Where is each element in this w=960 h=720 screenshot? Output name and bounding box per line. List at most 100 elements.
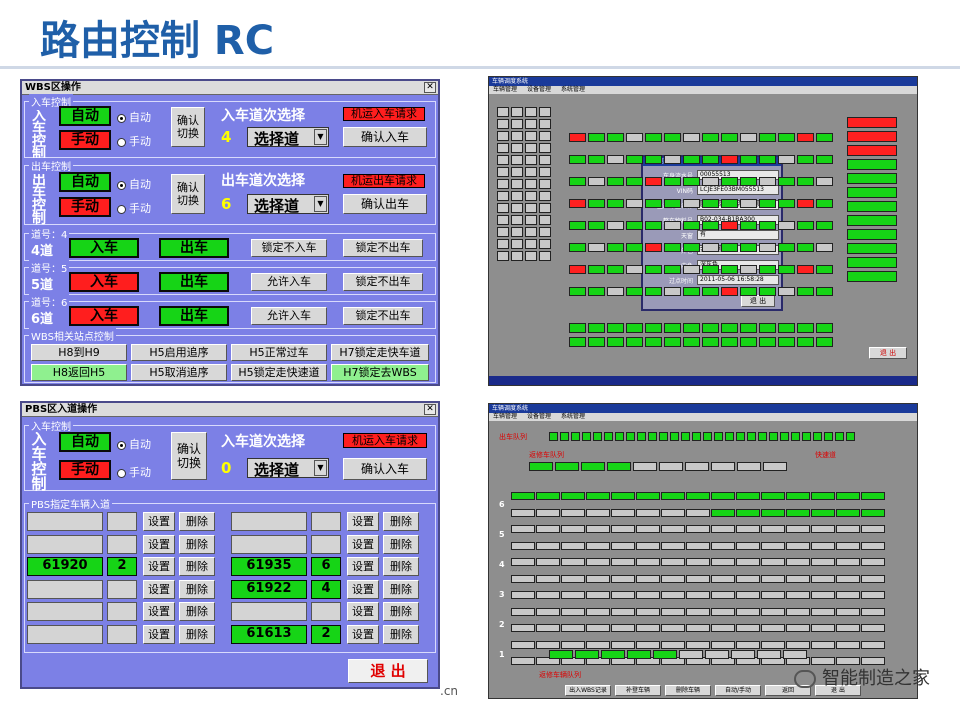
chevron-down-icon[interactable]: ▼: [314, 196, 327, 212]
lane-out-button[interactable]: 出车: [159, 306, 229, 326]
radio-manual[interactable]: 手动: [117, 200, 151, 216]
chevron-down-icon[interactable]: ▼: [314, 460, 327, 476]
delete-button[interactable]: 删除: [383, 602, 419, 621]
lane-out-button[interactable]: 出车: [159, 238, 229, 258]
delete-button[interactable]: 删除: [383, 557, 419, 576]
set-button[interactable]: 设置: [143, 624, 175, 644]
station-button[interactable]: H7锁定去WBS: [331, 364, 429, 381]
auto-button[interactable]: 自动: [59, 106, 111, 126]
radio-manual[interactable]: 手动: [117, 464, 151, 480]
station-button[interactable]: H5正常过车: [231, 344, 327, 361]
station-button[interactable]: H5启用追序: [131, 344, 227, 361]
station-button[interactable]: H8返回H5: [31, 364, 127, 381]
confirm-entry-button[interactable]: 确认入车: [343, 458, 427, 480]
lane-out-button[interactable]: 出车: [159, 272, 229, 292]
delete-button[interactable]: 删除: [179, 557, 215, 576]
set-button[interactable]: 设置: [143, 512, 175, 531]
set-button[interactable]: 设置: [143, 557, 175, 576]
station-button[interactable]: H5取消追序: [131, 364, 227, 381]
set-button[interactable]: 设置: [347, 624, 379, 644]
screen-button[interactable]: 自动/手动: [715, 685, 761, 696]
vehicle-slot: [569, 287, 586, 296]
lane-lock-out-button[interactable]: 锁定不出车: [343, 239, 423, 257]
pbs-title-bar: PBS区入道操作 ✕: [22, 403, 438, 417]
set-button[interactable]: 设置: [347, 579, 379, 599]
manual-button[interactable]: 手动: [59, 130, 111, 150]
lane-select[interactable]: 选择道 ▼: [247, 127, 329, 148]
set-button[interactable]: 设置: [347, 602, 379, 621]
close-icon[interactable]: ✕: [424, 404, 436, 415]
set-button[interactable]: 设置: [143, 602, 175, 621]
lane-slot: [736, 591, 760, 599]
lane-cell: [107, 624, 137, 644]
lane-in-button[interactable]: 入车: [69, 272, 139, 292]
set-button[interactable]: 设置: [143, 534, 175, 554]
radio-auto[interactable]: 自动: [117, 436, 151, 452]
lane-in-button[interactable]: 入车: [69, 238, 139, 258]
vehicle-slot: [588, 287, 605, 296]
vehicle-slot: [664, 199, 681, 208]
vertical-label: 入车控制: [32, 110, 46, 162]
screen-button[interactable]: 补登车辆: [615, 685, 661, 696]
delete-button[interactable]: 删除: [383, 512, 419, 531]
lane-lock-out-button[interactable]: 锁定不出车: [343, 273, 423, 291]
confirm-switch-button[interactable]: 确认切换: [171, 174, 205, 214]
radio-manual[interactable]: 手动: [117, 133, 151, 149]
station-button[interactable]: H5锁定走快速道: [231, 364, 327, 381]
station-button[interactable]: H8到H9: [31, 344, 127, 361]
menu-item[interactable]: 设备管理: [527, 413, 551, 420]
exit-button[interactable]: 退 出: [348, 659, 428, 683]
delete-button[interactable]: 删除: [179, 579, 215, 599]
radio-auto[interactable]: 自动: [117, 109, 151, 125]
delete-button[interactable]: 删除: [383, 624, 419, 644]
confirm-switch-button[interactable]: 确认切换: [171, 432, 207, 480]
delete-button[interactable]: 删除: [179, 512, 215, 531]
lane-lock-out-button[interactable]: 锁定不出车: [343, 307, 423, 325]
vehicle-slot: [683, 221, 700, 230]
auto-button[interactable]: 自动: [59, 432, 111, 452]
delete-button[interactable]: 删除: [179, 602, 215, 621]
manual-button[interactable]: 手动: [59, 460, 111, 480]
confirm-switch-button[interactable]: 确认切换: [171, 107, 205, 147]
set-button[interactable]: 设置: [347, 512, 379, 531]
screen-button[interactable]: 出入WBS记录: [565, 685, 611, 696]
close-icon[interactable]: ✕: [424, 82, 436, 93]
top-queue-slot: [529, 462, 553, 471]
menu-item[interactable]: 设备管理: [527, 86, 551, 93]
lane-slot: [636, 574, 660, 583]
vehicle-slot: [797, 133, 814, 142]
delete-button[interactable]: 删除: [383, 534, 419, 554]
set-button[interactable]: 设置: [347, 534, 379, 554]
lane-select[interactable]: 选择道 ▼: [247, 194, 329, 215]
confirm-entry-button[interactable]: 确认入车: [343, 127, 427, 147]
menu-item[interactable]: 车辆管理: [493, 413, 517, 420]
lane-lock-in-button[interactable]: 锁定不入车: [251, 239, 327, 257]
set-button[interactable]: 设置: [143, 579, 175, 599]
buffer-slot: [497, 167, 509, 177]
lane-lock-in-button[interactable]: 允许入车: [251, 307, 327, 325]
popup-exit-button[interactable]: 退 出: [741, 295, 775, 307]
menu-item[interactable]: 车辆管理: [493, 86, 517, 93]
delete-button[interactable]: 删除: [179, 624, 215, 644]
station-button[interactable]: H7锁定走快车道: [331, 344, 429, 361]
delete-button[interactable]: 删除: [179, 534, 215, 554]
radio-auto[interactable]: 自动: [117, 176, 151, 192]
delete-button[interactable]: 删除: [383, 579, 419, 599]
auto-button[interactable]: 自动: [59, 172, 111, 192]
confirm-exit-button[interactable]: 确认出车: [343, 194, 427, 214]
menu-item[interactable]: 系统管理: [561, 86, 585, 93]
popup-key: 过点时间: [668, 278, 693, 285]
lane-slot: [561, 558, 585, 566]
lane-slot: [536, 607, 560, 616]
set-button[interactable]: 设置: [347, 557, 379, 576]
screen-button[interactable]: 删除车辆: [665, 685, 711, 696]
lane-select[interactable]: 选择道 ▼: [247, 458, 329, 479]
lane-slot: [511, 574, 535, 583]
chevron-down-icon[interactable]: ▼: [314, 129, 327, 145]
buffer-slot: [511, 167, 523, 177]
screen-exit-button[interactable]: 退 出: [869, 347, 907, 359]
lane-lock-in-button[interactable]: 允许入车: [251, 273, 327, 291]
manual-button[interactable]: 手动: [59, 197, 111, 217]
menu-item[interactable]: 系统管理: [561, 413, 585, 420]
lane-in-button[interactable]: 入车: [69, 306, 139, 326]
